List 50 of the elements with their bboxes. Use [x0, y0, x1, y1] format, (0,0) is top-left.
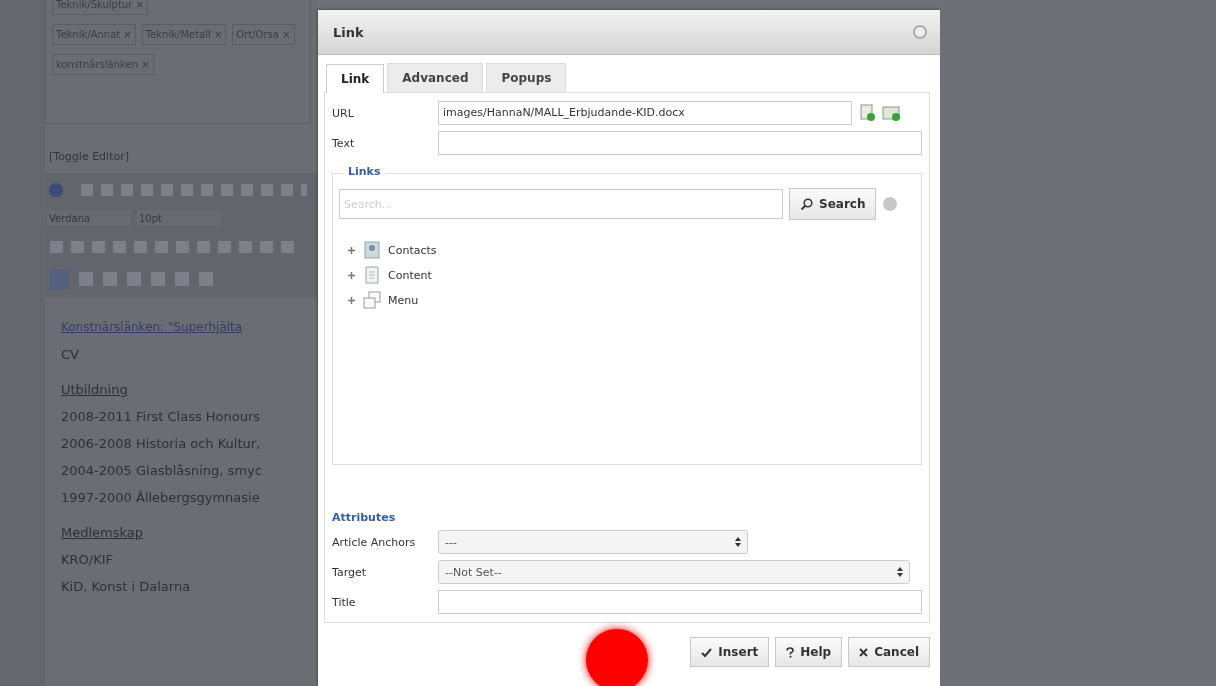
click-marker	[586, 629, 648, 686]
text-input[interactable]	[438, 131, 922, 155]
content-text: CV	[61, 346, 80, 364]
tree-item[interactable]: Menu	[388, 293, 419, 307]
question-icon	[786, 646, 795, 658]
content-text: KRO/KIF	[61, 551, 114, 569]
field-label: Text	[332, 136, 356, 150]
field-label: Article Anchors	[332, 535, 417, 549]
expand-icon[interactable]	[347, 295, 356, 305]
tab[interactable]: Advanced	[387, 63, 484, 92]
expand-icon[interactable]	[347, 245, 356, 255]
content-text: 2006-2008 Historia och Kultur,	[61, 435, 262, 453]
section-heading: Utbildning	[61, 381, 129, 399]
anchors-select[interactable]: ---	[438, 530, 748, 554]
insert-button[interactable]: Insert	[690, 637, 770, 667]
content-text: 2008-2011 First Class Honours	[61, 408, 262, 426]
toolbar-icons-drawing[interactable]	[47, 181, 307, 199]
content-text: 1997-2000 Ållebergsgymnasie	[61, 489, 261, 507]
select-arrows-icon	[735, 537, 741, 547]
fieldset-legend: Links	[343, 165, 386, 178]
tab[interactable]: Link	[326, 64, 385, 93]
url-input[interactable]: images/HannaN/MALL_Erbjudande-KID.docx	[438, 101, 852, 125]
dialog-title: Link	[333, 24, 364, 40]
content-text: 2004-2005 Glasblåsning, smyc	[61, 462, 263, 480]
cancel-button[interactable]: Cancel	[848, 637, 930, 667]
tab[interactable]: Popups	[486, 63, 567, 92]
search-button[interactable]: Search	[789, 188, 877, 220]
address-book-icon	[362, 240, 382, 260]
tree-item[interactable]: Content	[388, 268, 432, 282]
field-label: Target	[332, 565, 368, 579]
search-icon	[800, 197, 813, 211]
target-select[interactable]: --Not Set--	[438, 560, 910, 584]
image-link-icon[interactable]	[882, 104, 902, 122]
tree-item[interactable]: Contacts	[388, 243, 437, 257]
section-heading: Medlemskap	[61, 524, 145, 542]
help-icon[interactable]	[882, 196, 899, 212]
browse-file-icon[interactable]	[858, 104, 876, 122]
field-label: URL	[332, 106, 355, 120]
fieldset-legend: Attributes	[332, 511, 922, 524]
help-button[interactable]: Help	[775, 637, 843, 667]
select-arrows-icon	[897, 567, 903, 577]
document-icon	[362, 265, 382, 285]
check-icon	[701, 646, 713, 658]
stacked-pages-icon	[362, 290, 382, 310]
close-icon	[859, 647, 869, 657]
expand-icon[interactable]	[347, 270, 356, 280]
field-label: Title	[332, 595, 357, 609]
content-text: KiD, Konst i Dalarna	[61, 578, 192, 596]
close-icon[interactable]	[912, 24, 928, 40]
title-input[interactable]	[438, 590, 922, 614]
